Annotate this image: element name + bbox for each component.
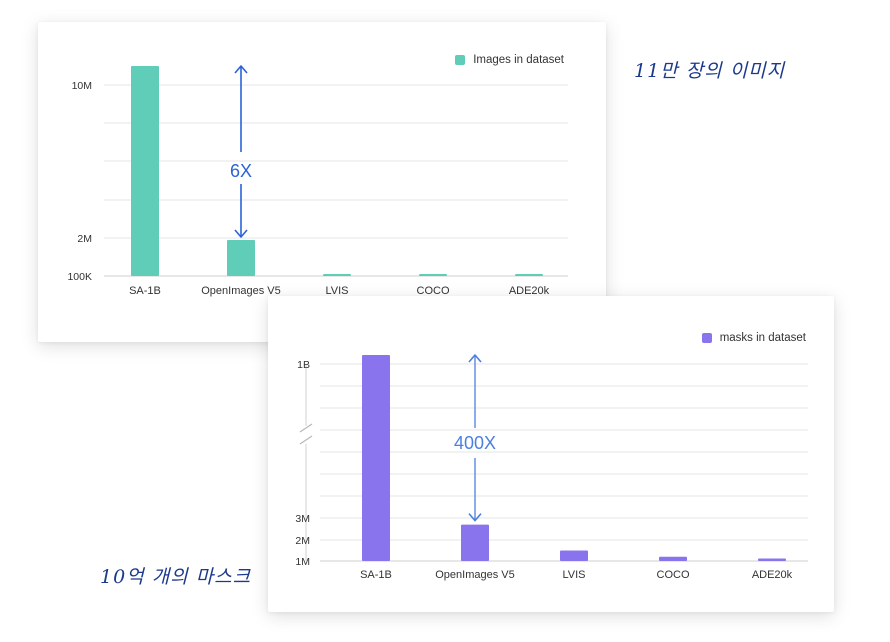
masks-x-tick-label: OpenImages V5 xyxy=(435,569,515,581)
masks-x-tick-label: COCO xyxy=(657,569,690,581)
masks-chart-card: masks in dataset 1M 2M 3M 1B SA-1B OpenImages… xyxy=(268,296,834,612)
images-y-tick-label: 10M xyxy=(72,80,92,92)
images-chart-svg: 100K2M10MSA-1B OpenImages V5 LVIS COCO ADE20… xyxy=(67,65,568,297)
masks-handwritten-note: 10억 개의 마스크 xyxy=(100,566,252,588)
images-bar xyxy=(515,274,543,276)
masks-y-tick-label: 3M xyxy=(295,513,310,525)
masks-axis-break-mark xyxy=(299,435,313,445)
masks-x-tick-label: SA-1B xyxy=(360,569,392,581)
images-bar xyxy=(227,240,255,276)
images-x-tick-label: SA-1B xyxy=(129,285,161,297)
images-bar xyxy=(419,274,447,276)
masks-bar xyxy=(758,558,786,561)
images-handwritten-note: 11만 장의 이미지 xyxy=(634,60,786,82)
masks-y-tick-label: 1M xyxy=(295,556,310,568)
images-multiplier-label: 6X xyxy=(230,161,252,181)
masks-bar xyxy=(659,556,687,561)
images-y-tick-label: 100K xyxy=(67,271,92,283)
images-bar xyxy=(131,66,159,276)
masks-bar xyxy=(362,355,390,561)
masks-y-tick-label: 2M xyxy=(295,535,310,547)
masks-bar xyxy=(560,550,588,561)
images-chart-card: Images in dataset 100K 2M 10M SA-1B OpenImag… xyxy=(38,22,606,342)
images-y-tick-label: 2M xyxy=(77,233,92,245)
masks-bar xyxy=(461,524,489,561)
masks-y-tick-label: 1B xyxy=(297,359,310,371)
masks-chart-svg: 1M 2M 3M 1B SA-1B OpenImages V5 LVIS COCO ADE20k… xyxy=(295,354,808,581)
images-bar xyxy=(323,274,351,276)
masks-multiplier-label: 400X xyxy=(454,433,496,453)
masks-x-tick-label: LVIS xyxy=(562,569,585,581)
masks-x-tick-label: ADE20k xyxy=(752,569,793,581)
